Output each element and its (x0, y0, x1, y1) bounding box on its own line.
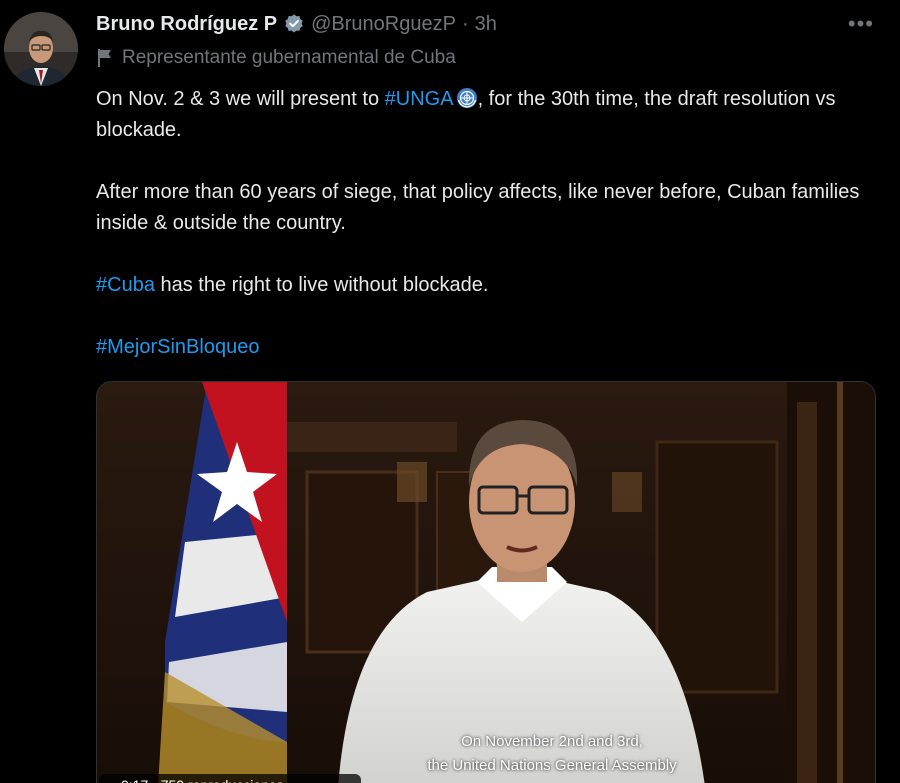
hashtag-unga[interactable]: #UNGA (385, 88, 454, 110)
avatar[interactable] (4, 12, 78, 86)
author-handle[interactable]: @BrunoRguezP (311, 10, 456, 38)
tweet-paragraph-1: On Nov. 2 & 3 we will present to #UNGA ,… (96, 84, 866, 146)
tweet-text: On Nov. 2 & 3 we will present to #UNGA ,… (96, 84, 866, 363)
text-segment: has the right to live without blockade. (154, 274, 489, 296)
verified-badge-icon (285, 14, 303, 33)
tweet-paragraph-2: After more than 60 years of siege, that … (96, 181, 860, 234)
tweet[interactable]: Bruno Rodríguez P @BrunoRguezP · 3h ••• … (0, 0, 900, 783)
text-segment: On Nov. 2 & 3 we will present to (96, 88, 385, 110)
tweet-header: Bruno Rodríguez P @BrunoRguezP · 3h (96, 10, 497, 38)
flag-icon (98, 49, 111, 67)
video-player[interactable]: On November 2nd and 3rd, the United Nati… (96, 381, 876, 783)
video-frame (97, 382, 875, 783)
more-options-icon[interactable]: ••• (848, 12, 874, 36)
tweet-paragraph-4: #MejorSinBloqueo (96, 332, 866, 363)
hashtag-mejorsinbloqueo[interactable]: #MejorSinBloqueo (96, 336, 259, 358)
government-label: Representante gubernamental de Cuba (96, 47, 456, 69)
avatar-image (4, 12, 78, 86)
separator-dot: · (461, 13, 469, 35)
tweet-paragraph-3: #Cuba has the right to live without bloc… (96, 270, 866, 301)
video-caption-line-1: On November 2nd and 3rd, (461, 733, 643, 750)
video-views-pill: 0:17 · 750 reproducciones (99, 774, 361, 783)
tweet-timestamp[interactable]: 3h (475, 10, 497, 38)
video-caption-line-2: the United Nations General Assembly (427, 757, 677, 774)
hashtag-cuba[interactable]: #Cuba (96, 274, 155, 296)
author-name[interactable]: Bruno Rodríguez P (96, 10, 277, 38)
government-label-text: Representante gubernamental de Cuba (122, 47, 456, 68)
united-nations-emoji-icon (456, 88, 477, 108)
